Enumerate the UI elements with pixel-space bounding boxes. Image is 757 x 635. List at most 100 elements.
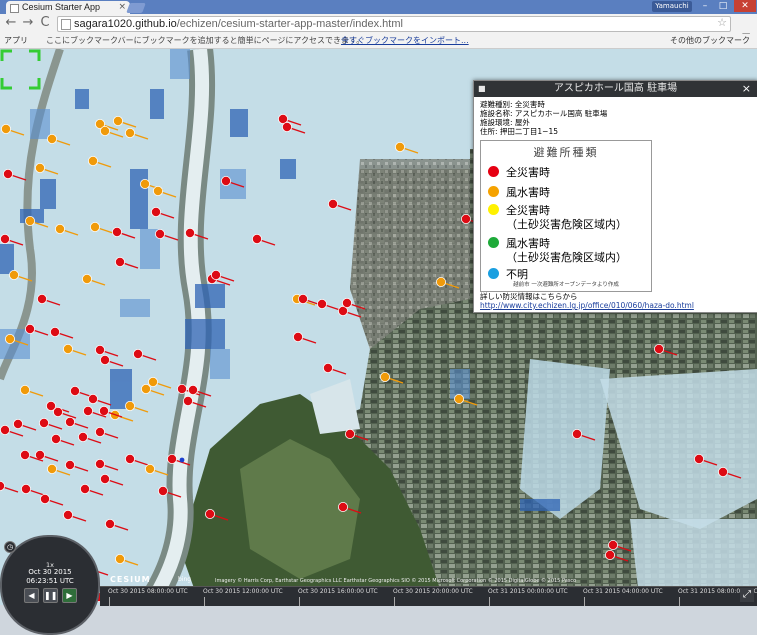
shelter-marker-all-disaster[interactable] [605, 549, 616, 560]
bing-logo[interactable]: bing [178, 576, 191, 583]
shelter-marker-flood[interactable] [1, 124, 11, 135]
shelter-marker-flood[interactable] [5, 333, 15, 344]
cesium-logo[interactable]: CESIUM [110, 575, 151, 584]
shelter-marker-flood[interactable] [8, 269, 19, 280]
shelter-marker-flood[interactable] [125, 400, 136, 411]
shelter-marker-flood[interactable] [19, 384, 30, 395]
shelter-marker-all-disaster[interactable] [460, 213, 471, 224]
browser-tab[interactable]: Cesium Starter App × [6, 1, 130, 14]
shelter-marker-flood[interactable] [125, 128, 136, 139]
shelter-marker-all-disaster[interactable] [12, 418, 23, 429]
shelter-marker-all-disaster[interactable] [150, 206, 161, 217]
shelter-marker-flood[interactable] [453, 393, 464, 404]
shelter-marker-all-disaster[interactable] [63, 509, 74, 520]
shelter-marker-all-disaster[interactable] [210, 269, 221, 280]
shelter-marker-flood[interactable] [152, 185, 163, 196]
shelter-marker-all-disaster[interactable] [51, 433, 62, 444]
shelter-marker-all-disaster[interactable] [166, 453, 177, 464]
shelter-marker-flood[interactable] [47, 134, 58, 145]
maximize-button[interactable]: □ [714, 0, 732, 12]
shelter-marker-all-disaster[interactable] [341, 297, 352, 308]
import-bookmarks-link[interactable]: 今すぐブックマークをインポート... [341, 34, 469, 48]
forward-button[interactable]: → [21, 16, 35, 30]
shelter-marker-all-disaster[interactable] [0, 424, 10, 435]
pause-button[interactable]: ❚❚ [43, 588, 58, 603]
shelter-marker-flood[interactable] [394, 142, 405, 153]
shelter-marker-flood[interactable] [115, 553, 126, 564]
shelter-marker-flood[interactable] [24, 215, 35, 226]
hazard-map-link[interactable]: http://www.city.echizen.lg.jp/office/010… [480, 301, 694, 310]
shelter-marker-all-disaster[interactable] [694, 453, 705, 464]
shelter-marker-all-disaster[interactable] [204, 508, 215, 519]
shelter-marker-all-disaster[interactable] [112, 226, 123, 237]
timeline[interactable]: Oct 30 2015 08:00:00 UTC Oct 30 2015 12:0… [100, 586, 757, 606]
shelter-marker-all-disaster[interactable] [78, 431, 89, 442]
shelter-marker-flood[interactable] [113, 116, 124, 127]
apps-link[interactable]: アプリ [4, 34, 28, 48]
shelter-marker-flood[interactable] [435, 276, 446, 287]
shelter-marker-all-disaster[interactable] [327, 198, 338, 209]
play-button[interactable]: ▶ [62, 588, 77, 603]
shelter-marker-all-disaster[interactable] [19, 449, 30, 460]
shelter-marker-all-disaster[interactable] [608, 539, 619, 550]
shelter-marker-all-disaster[interactable] [654, 343, 665, 354]
profile-button[interactable]: Yamauchi [652, 1, 692, 12]
shelter-marker-flood[interactable] [82, 273, 93, 284]
shelter-marker-all-disaster[interactable] [220, 176, 231, 187]
other-bookmarks-folder[interactable]: その他のブックマーク [670, 34, 750, 48]
shelter-marker-all-disaster[interactable] [572, 428, 583, 439]
shelter-marker-flood[interactable] [90, 221, 101, 232]
shelter-marker-flood[interactable] [35, 163, 46, 174]
shelter-marker-all-disaster[interactable] [125, 453, 136, 464]
shelter-marker-all-disaster[interactable] [20, 483, 31, 494]
shelter-marker-all-disaster[interactable] [37, 293, 48, 304]
shelter-marker-all-disaster[interactable] [40, 493, 51, 504]
shelter-marker-all-disaster[interactable] [24, 323, 35, 334]
shelter-marker-all-disaster[interactable] [344, 428, 355, 439]
reload-button[interactable]: C [38, 16, 52, 30]
close-window-button[interactable]: ✕ [734, 0, 756, 12]
shelter-marker-all-disaster[interactable] [292, 331, 303, 342]
shelter-marker-all-disaster[interactable] [157, 485, 168, 496]
shelter-marker-flood[interactable] [139, 178, 150, 189]
shelter-marker-all-disaster[interactable] [65, 416, 76, 427]
shelter-marker-all-disaster[interactable] [718, 466, 729, 477]
shelter-marker-flood[interactable] [140, 383, 151, 394]
shelter-marker-unknown[interactable] [179, 457, 185, 463]
shelter-marker-all-disaster[interactable] [251, 233, 262, 244]
shelter-marker-all-disaster[interactable] [297, 293, 308, 304]
shelter-marker-all-disaster[interactable] [83, 405, 94, 416]
shelter-marker-all-disaster[interactable] [50, 326, 61, 337]
shelter-marker-flood[interactable] [147, 376, 158, 387]
shelter-marker-all-disaster[interactable] [0, 233, 10, 244]
shelter-marker-flood[interactable] [47, 463, 58, 474]
shelter-marker-all-disaster[interactable] [39, 417, 50, 428]
shelter-marker-all-disaster[interactable] [322, 362, 333, 373]
url-input[interactable]: sagara1020.github.io/echizen/cesium-star… [57, 16, 731, 32]
shelter-marker-all-disaster[interactable] [281, 122, 292, 133]
reverse-button[interactable]: ◀ [24, 588, 39, 603]
shelter-marker-all-disaster[interactable] [187, 384, 198, 395]
shelter-marker-all-disaster[interactable] [132, 348, 143, 359]
camera-icon[interactable]: ■ [478, 81, 486, 97]
shelter-marker-all-disaster[interactable] [184, 227, 195, 238]
shelter-marker-all-disaster[interactable] [3, 169, 13, 180]
shelter-marker-all-disaster[interactable] [95, 344, 106, 355]
shelter-marker-all-disaster[interactable] [100, 473, 111, 484]
shelter-marker-all-disaster[interactable] [316, 298, 327, 309]
shelter-marker-flood[interactable] [144, 463, 155, 474]
shelter-marker-flood[interactable] [100, 126, 111, 137]
shelter-marker-all-disaster[interactable] [53, 406, 64, 417]
shelter-marker-all-disaster[interactable] [80, 483, 91, 494]
shelter-marker-all-disaster[interactable] [154, 228, 165, 239]
shelter-marker-flood[interactable] [55, 223, 66, 234]
shelter-marker-all-disaster[interactable] [88, 393, 99, 404]
realtime-clock-icon[interactable]: ◷ [4, 541, 16, 553]
new-tab-button[interactable] [126, 3, 146, 13]
tab-close-icon[interactable]: × [118, 1, 126, 14]
shelter-marker-all-disaster[interactable] [115, 256, 126, 267]
shelter-marker-all-disaster[interactable] [65, 459, 76, 470]
shelter-marker-all-disaster[interactable] [70, 385, 81, 396]
shelter-marker-all-disaster[interactable] [182, 395, 193, 406]
shelter-marker-flood[interactable] [88, 156, 99, 167]
